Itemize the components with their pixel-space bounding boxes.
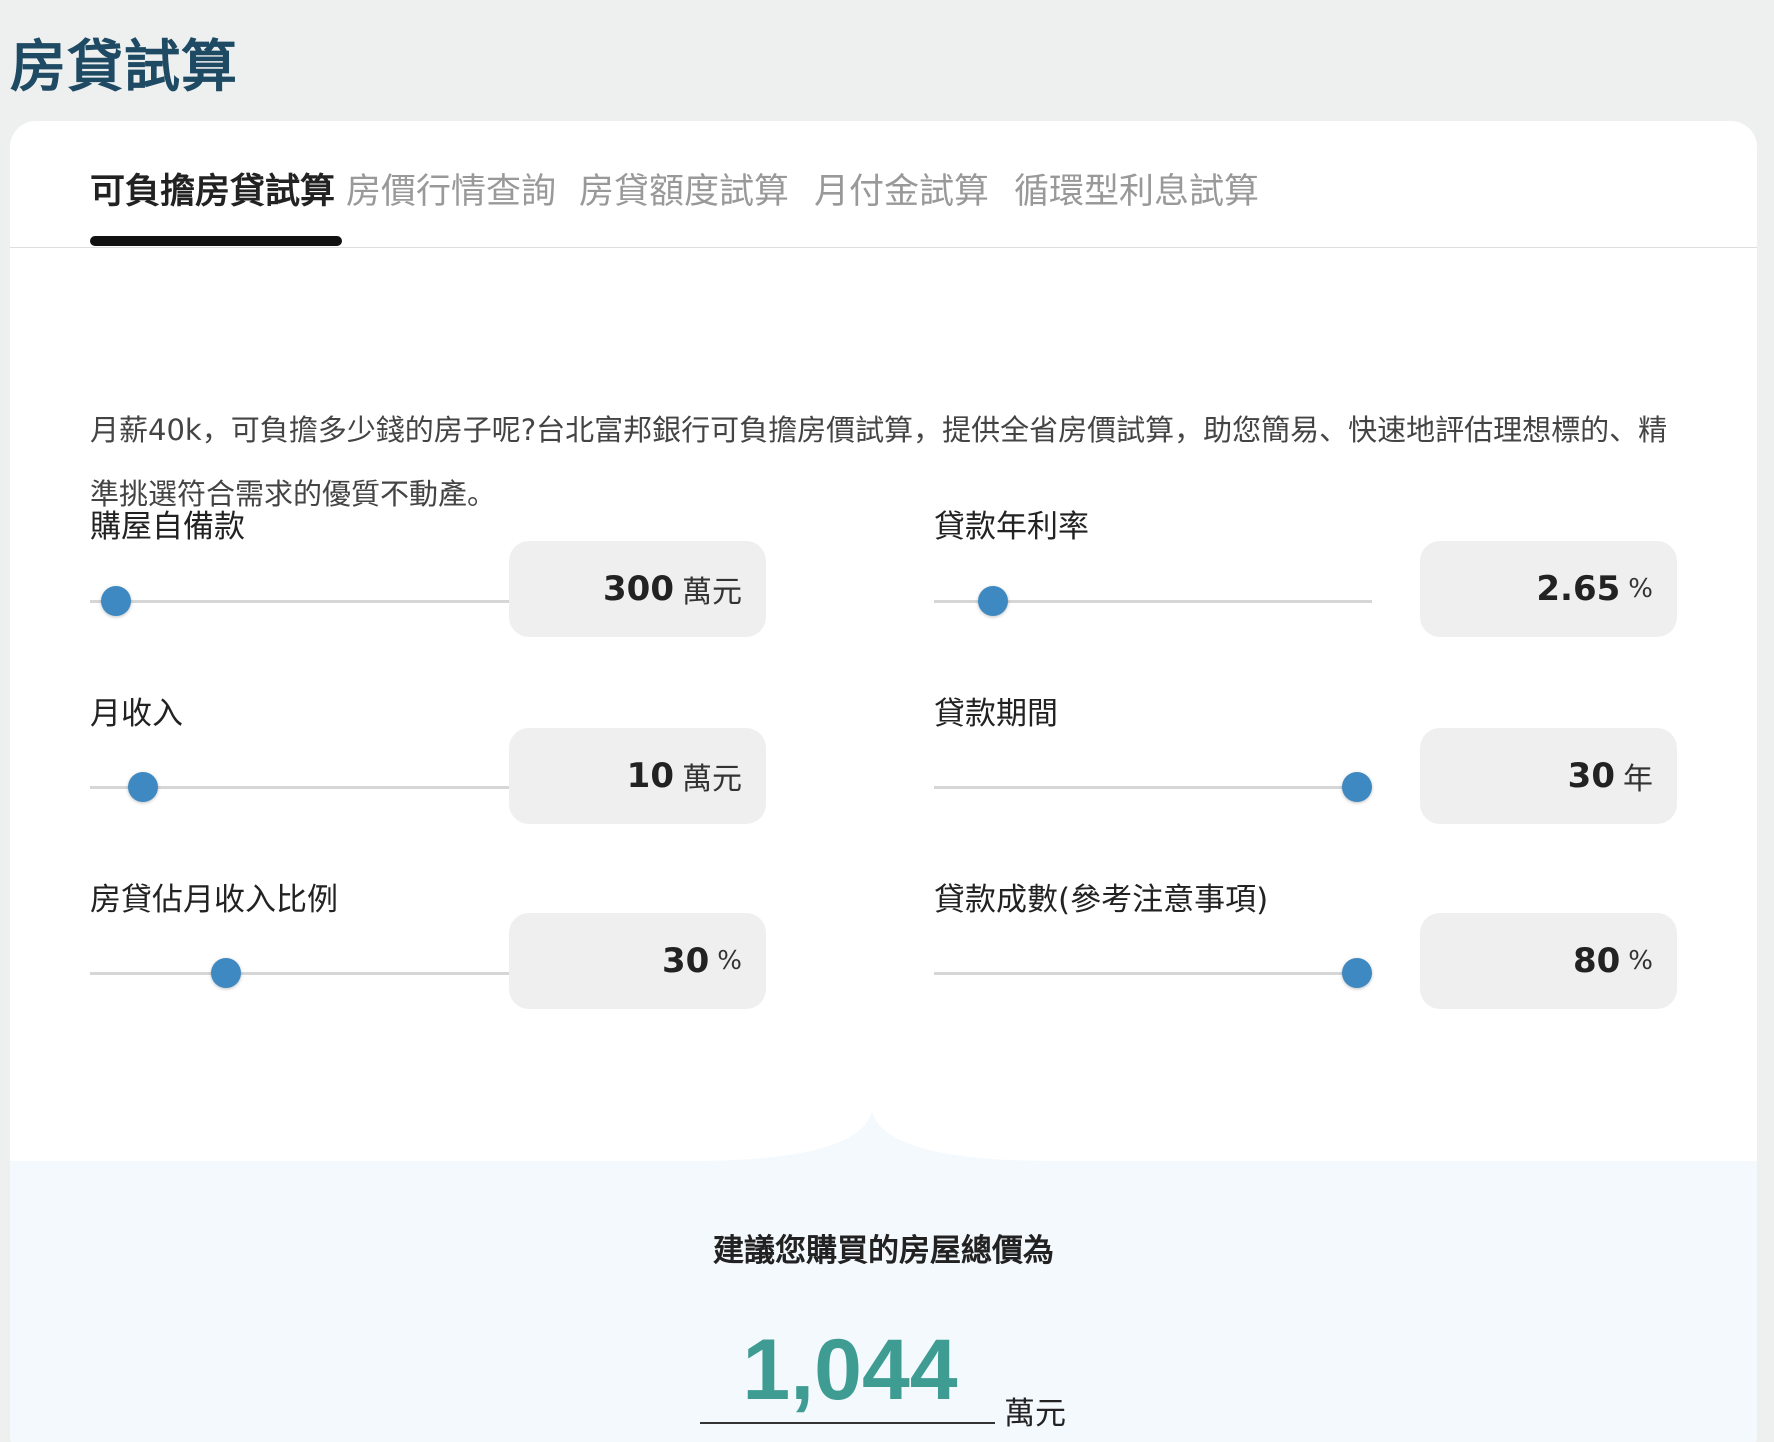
monthly-income-slider-thumb[interactable]	[127, 772, 158, 802]
tab-revolving-interest[interactable]: 循環型利息試算	[1014, 163, 1259, 214]
loan-term-label: 貸款期間	[934, 696, 1058, 732]
interest-rate-slider[interactable]	[934, 586, 1372, 616]
loan-ratio-slider-thumb[interactable]	[210, 958, 241, 988]
monthly-income-value: 10	[626, 756, 674, 796]
tab-bar: 可負擔房貸試算 房價行情查詢 房貸額度試算 月付金試算 循環型利息試算	[10, 121, 1757, 248]
page-title: 房貸試算	[10, 35, 238, 100]
loan-ratio-slider[interactable]	[90, 958, 528, 988]
loan-term-slider-thumb[interactable]	[1341, 772, 1372, 802]
result-panel-notch	[10, 1111, 1757, 1171]
loan-term-value: 30	[1567, 756, 1615, 796]
loan-percent-unit: %	[1628, 946, 1653, 976]
loan-percent-value: 80	[1572, 941, 1621, 981]
description: 月薪40k，可負擔多少錢的房子呢?台北富邦銀行可負擔房價試算，提供全省房價試算，…	[90, 413, 1668, 511]
tab-affordable-loan[interactable]: 可負擔房貸試算	[90, 163, 335, 214]
interest-rate-value: 2.65	[1536, 569, 1621, 609]
tab-loan-amount[interactable]: 房貸額度試算	[579, 163, 789, 214]
loan-ratio-unit: %	[717, 946, 742, 976]
down-payment-slider[interactable]	[90, 586, 528, 616]
loan-ratio-label: 房貸佔月收入比例	[90, 882, 338, 918]
down-payment-slider-thumb[interactable]	[101, 586, 132, 616]
calculator-card: 可負擔房貸試算 房價行情查詢 房貸額度試算 月付金試算 循環型利息試算 月薪40…	[10, 121, 1757, 1442]
tab-price-lookup[interactable]: 房價行情查詢	[346, 163, 556, 214]
interest-rate-input[interactable]: 2.65 %	[1420, 541, 1677, 637]
loan-term-unit: 年	[1623, 762, 1653, 797]
down-payment-unit: 萬元	[682, 575, 742, 610]
monthly-income-input[interactable]: 10 萬元	[509, 728, 766, 824]
loan-ratio-value: 30	[661, 941, 710, 981]
down-payment-label: 購屋自備款	[90, 509, 245, 545]
monthly-income-unit: 萬元	[682, 762, 742, 797]
loan-percent-label[interactable]: 貸款成數(參考注意事項)	[934, 874, 1268, 919]
result-value: 1,044	[742, 1322, 958, 1418]
interest-rate-label: 貸款年利率	[934, 509, 1089, 545]
result-unit: 萬元	[1004, 1396, 1066, 1432]
loan-percent-slider[interactable]	[934, 958, 1372, 988]
loan-ratio-input[interactable]: 30 %	[509, 913, 766, 1009]
tab-monthly-payment[interactable]: 月付金試算	[814, 163, 989, 214]
active-tab-indicator	[90, 236, 342, 246]
down-payment-input[interactable]: 300 萬元	[509, 541, 766, 637]
loan-percent-input[interactable]: 80 %	[1420, 913, 1677, 1009]
result-underline	[700, 1422, 995, 1424]
down-payment-value: 300	[603, 569, 674, 609]
loan-term-slider[interactable]	[934, 772, 1372, 802]
result-title: 建議您購買的房屋總價為	[713, 1233, 1054, 1269]
monthly-income-slider[interactable]	[90, 772, 528, 802]
loan-term-input[interactable]: 30 年	[1420, 728, 1677, 824]
interest-rate-slider-thumb[interactable]	[978, 586, 1009, 616]
loan-percent-slider-thumb[interactable]	[1341, 958, 1372, 988]
monthly-income-label: 月收入	[90, 696, 183, 732]
interest-rate-unit: %	[1628, 574, 1653, 604]
